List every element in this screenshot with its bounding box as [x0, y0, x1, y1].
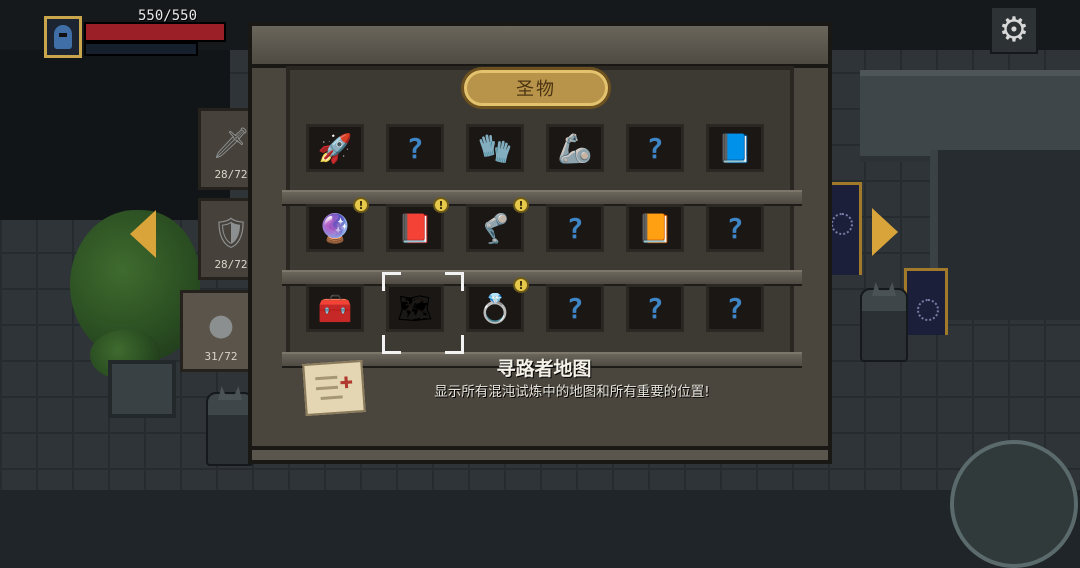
rocket-icon: 🚀 — [317, 131, 353, 165]
health-bar-fill — [86, 24, 224, 40]
selected-item-description: 显示所有混沌试炼中的地图和所有重要的位置! — [434, 384, 710, 400]
dungeon-doorway — [930, 150, 1080, 320]
relic-slot-orb[interactable]: 🔮! — [306, 197, 369, 252]
selected-item-name: 寻路者地图 — [496, 358, 592, 380]
relic-slot-brown-glove[interactable]: 🧤 — [466, 124, 524, 172]
new-item-badge: ! — [513, 197, 529, 213]
dungeon-wall-left — [0, 50, 230, 220]
settings-button[interactable]: ⚙ — [990, 6, 1038, 54]
previous-page-arrow[interactable] — [130, 210, 156, 258]
relic-slot-unknown[interactable]: ? — [626, 284, 684, 332]
next-page-arrow[interactable] — [872, 208, 898, 256]
shield-heart-icon: 🛡 — [211, 215, 251, 251]
question-mark-icon: ? — [726, 291, 744, 325]
relic-slot-unknown[interactable]: ? — [706, 284, 764, 332]
relic-slot-chest[interactable]: 🧰 — [306, 284, 364, 332]
new-item-badge: ! — [433, 197, 449, 213]
question-mark-icon: ? — [566, 211, 584, 245]
stone-relic-icon: ● — [207, 307, 235, 343]
relic-slot-red-card[interactable]: 📕! — [386, 197, 449, 252]
chest-icon: 🧰 — [317, 291, 353, 325]
sword-icon: 🗡 — [211, 125, 251, 161]
panel-title: 圣物 — [464, 70, 608, 106]
relic-slot-blue-arm[interactable]: 🦿! — [466, 197, 529, 252]
blue-arm-icon: 🦿 — [477, 211, 513, 245]
cabinet-base — [248, 446, 832, 464]
teleport-circle — [950, 440, 1078, 568]
knight-statue — [860, 288, 908, 362]
ring-glove-icon: 💍 — [477, 291, 513, 325]
mana-bar — [84, 42, 198, 56]
relic-slot-unknown[interactable]: ? — [546, 284, 604, 332]
hooded-wizard-icon — [54, 25, 72, 49]
question-mark-icon: ? — [646, 131, 664, 165]
orb-icon: 🔮 — [317, 211, 353, 245]
relic-slot-ring-glove[interactable]: 💍! — [466, 277, 529, 332]
star-book-icon: 📘 — [717, 131, 753, 165]
dungeon-wall-right — [860, 70, 1080, 162]
player-avatar — [44, 16, 82, 58]
relic-slot-rocket[interactable]: 🚀 — [306, 124, 364, 172]
question-mark-icon: ? — [406, 131, 424, 165]
relic-cabinet: 圣物 🚀?🧤🦾?📘🔮!📕!🦿!?📙?🧰🗺💍!??? 寻路者地图 显示所有混沌试炼… — [248, 22, 832, 464]
question-mark-icon: ? — [726, 211, 744, 245]
wall-banner — [904, 268, 948, 335]
red-card-icon: 📕 — [397, 211, 433, 245]
relic-slot-gold-tome[interactable]: 📙 — [626, 204, 684, 252]
brown-glove-icon: 🧤 — [477, 131, 513, 165]
question-mark-icon: ? — [566, 291, 584, 325]
gold-tome-icon: 📙 — [637, 211, 673, 245]
relic-slot-unknown[interactable]: ? — [386, 124, 444, 172]
knight-statue — [206, 392, 254, 466]
question-mark-icon: ? — [646, 291, 664, 325]
health-text: 550/550 — [138, 8, 198, 24]
relic-slot-star-book[interactable]: 📘 — [706, 124, 764, 172]
cabinet-top — [248, 22, 832, 68]
new-item-badge: ! — [353, 197, 369, 213]
relic-slot-silver-gauntlet[interactable]: 🦾 — [546, 124, 604, 172]
new-item-badge: ! — [513, 277, 529, 293]
gear-icon: ⚙ — [998, 10, 1030, 50]
stone-pedestal — [108, 360, 176, 418]
silver-gauntlet-icon: 🦾 — [557, 131, 593, 165]
health-bar — [84, 22, 226, 42]
relic-slot-unknown[interactable]: ? — [706, 204, 764, 252]
relic-slot-unknown[interactable]: ? — [626, 124, 684, 172]
relic-slot-unknown[interactable]: ? — [546, 204, 604, 252]
selection-cursor — [382, 272, 464, 354]
